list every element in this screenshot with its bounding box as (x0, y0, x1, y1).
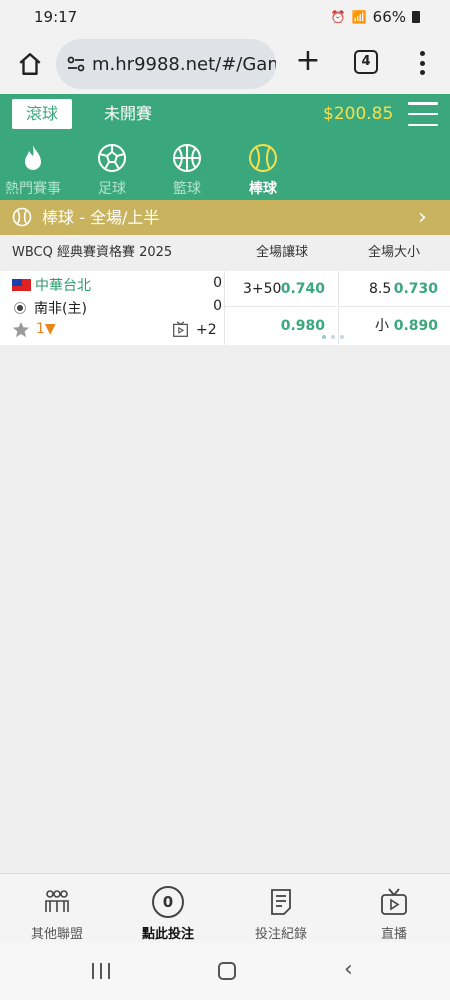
nav-other-leagues[interactable]: 其他聯盟 (12, 886, 102, 942)
battery-percent: 66% (372, 8, 406, 26)
battery-icon (412, 11, 420, 23)
odds-value: 0.890 (393, 318, 438, 334)
tab-switcher-button[interactable]: 4 (354, 50, 378, 74)
match-row[interactable]: 中華台北 南非(主) 0 0 1▼ +2 3+50 0.740 8.5 0.73… (0, 271, 450, 345)
handicap-away-odds[interactable]: 0.980 (225, 308, 337, 344)
team-logo-icon (14, 302, 26, 314)
nav-label: 其他聯盟 (30, 927, 83, 942)
browser-toolbar: m.hr9988.net/#/Gam + 4 (0, 34, 450, 94)
wifi-icon: 📶 (351, 10, 367, 24)
sport-tab-basketball[interactable]: 籃球 (154, 142, 220, 198)
down-arrow-icon: ▼ (44, 321, 56, 337)
bottom-nav: 其他聯盟 0 點此投注 投注紀錄 直播 (0, 873, 450, 943)
sport-tab-baseball[interactable]: 棒球 (230, 142, 296, 198)
nav-live[interactable]: 直播 (349, 886, 439, 942)
nav-bet-history[interactable]: 投注紀錄 (236, 886, 326, 942)
back-button[interactable]: ‹ (344, 957, 353, 982)
sport-tab-label: 籃球 (173, 181, 201, 197)
odds-value: 0.740 (280, 281, 325, 297)
home-team-name: 中華台北 (35, 278, 91, 294)
nav-label: 直播 (380, 927, 407, 942)
new-tab-button[interactable]: + (290, 44, 326, 80)
handicap-home-odds[interactable]: 3+50 0.740 (225, 271, 337, 307)
browser-menu-button[interactable] (412, 48, 432, 78)
soccer-icon (98, 144, 126, 172)
section-header[interactable]: 棒球 - 全場/上半 › (0, 200, 450, 235)
system-home-button[interactable] (218, 962, 236, 980)
under-label: 小 (375, 318, 389, 334)
home-button[interactable] (14, 48, 46, 80)
system-nav-bar: ‹ (0, 943, 450, 1000)
league-name: WBCQ 經典賽資格賽 2025 (12, 245, 173, 260)
league-header: WBCQ 經典賽資格賽 2025 全場讓球 全場大小 (0, 235, 450, 271)
sport-tab-label: 熱門賽事 (5, 181, 61, 197)
baseball-icon (12, 207, 32, 227)
over-odds[interactable]: 8.5 0.730 (338, 271, 450, 307)
fire-icon (25, 145, 41, 170)
alarm-icon: ⏰ (330, 10, 346, 24)
nav-label: 投注紀錄 (254, 927, 307, 942)
rank-indicator: 1▼ (36, 321, 56, 337)
home-icon (19, 53, 41, 75)
account-balance[interactable]: $200.85 (323, 99, 393, 129)
away-team: 南非(主) (12, 298, 87, 318)
bet-history-icon (271, 889, 291, 915)
hamburger-menu-icon[interactable] (408, 102, 438, 126)
sport-tabs: 熱門賽事 足球 籃球 棒球 (0, 134, 450, 200)
tab-live[interactable]: 滾球 (12, 99, 72, 129)
odds-grid: 3+50 0.740 8.5 0.730 0.980 小 0.890 (224, 271, 450, 345)
column-header-over-under: 全場大小 (367, 245, 420, 260)
more-markets-count[interactable]: +2 (196, 322, 217, 338)
url-text: m.hr9988.net/#/Gam (92, 53, 276, 75)
status-time: 19:17 (34, 8, 78, 26)
chevron-right-icon[interactable]: › (418, 200, 427, 235)
ou-line: 8.5 (369, 281, 392, 297)
odds-value: 0.980 (280, 318, 325, 334)
nav-bet-slip[interactable]: 0 點此投注 (123, 886, 213, 942)
bet-slip-icon: 0 (152, 886, 184, 918)
status-indicators: ⏰ 📶 66% (331, 8, 420, 26)
rank-number: 1 (36, 321, 45, 337)
app-header: 滾球 未開賽 $200.85 (0, 94, 450, 134)
nav-label: 點此投注 (141, 927, 194, 942)
home-score: 0 (213, 275, 222, 291)
away-team-name: 南非(主) (34, 301, 87, 317)
site-settings-icon[interactable] (66, 53, 86, 75)
baseball-icon (249, 144, 277, 172)
status-bar: 19:17 ⏰ 📶 66% (0, 0, 450, 34)
basketball-icon (173, 144, 201, 172)
live-tv-icon (381, 888, 407, 915)
home-team: 中華台北 (12, 275, 91, 295)
tab-upcoming[interactable]: 未開賽 (104, 99, 152, 129)
page-dots (322, 335, 344, 339)
away-score: 0 (213, 298, 222, 314)
leagues-icon (45, 890, 69, 912)
address-bar[interactable]: m.hr9988.net/#/Gam (56, 39, 276, 89)
sport-tab-label: 棒球 (249, 181, 277, 197)
taiwan-flag-icon (12, 279, 31, 291)
sport-tab-hot[interactable]: 熱門賽事 (0, 142, 66, 198)
recent-apps-button[interactable] (92, 963, 110, 979)
live-stream-icon[interactable] (172, 321, 189, 338)
sport-tab-label: 足球 (98, 181, 126, 197)
sport-tab-soccer[interactable]: 足球 (79, 142, 145, 198)
column-header-handicap: 全場讓球 (255, 245, 308, 260)
section-title: 棒球 - 全場/上半 (42, 208, 160, 227)
favorite-star-icon[interactable] (12, 321, 30, 339)
under-odds[interactable]: 小 0.890 (338, 308, 450, 344)
handicap-line: 3+50 (243, 281, 282, 297)
odds-value: 0.730 (393, 281, 438, 297)
